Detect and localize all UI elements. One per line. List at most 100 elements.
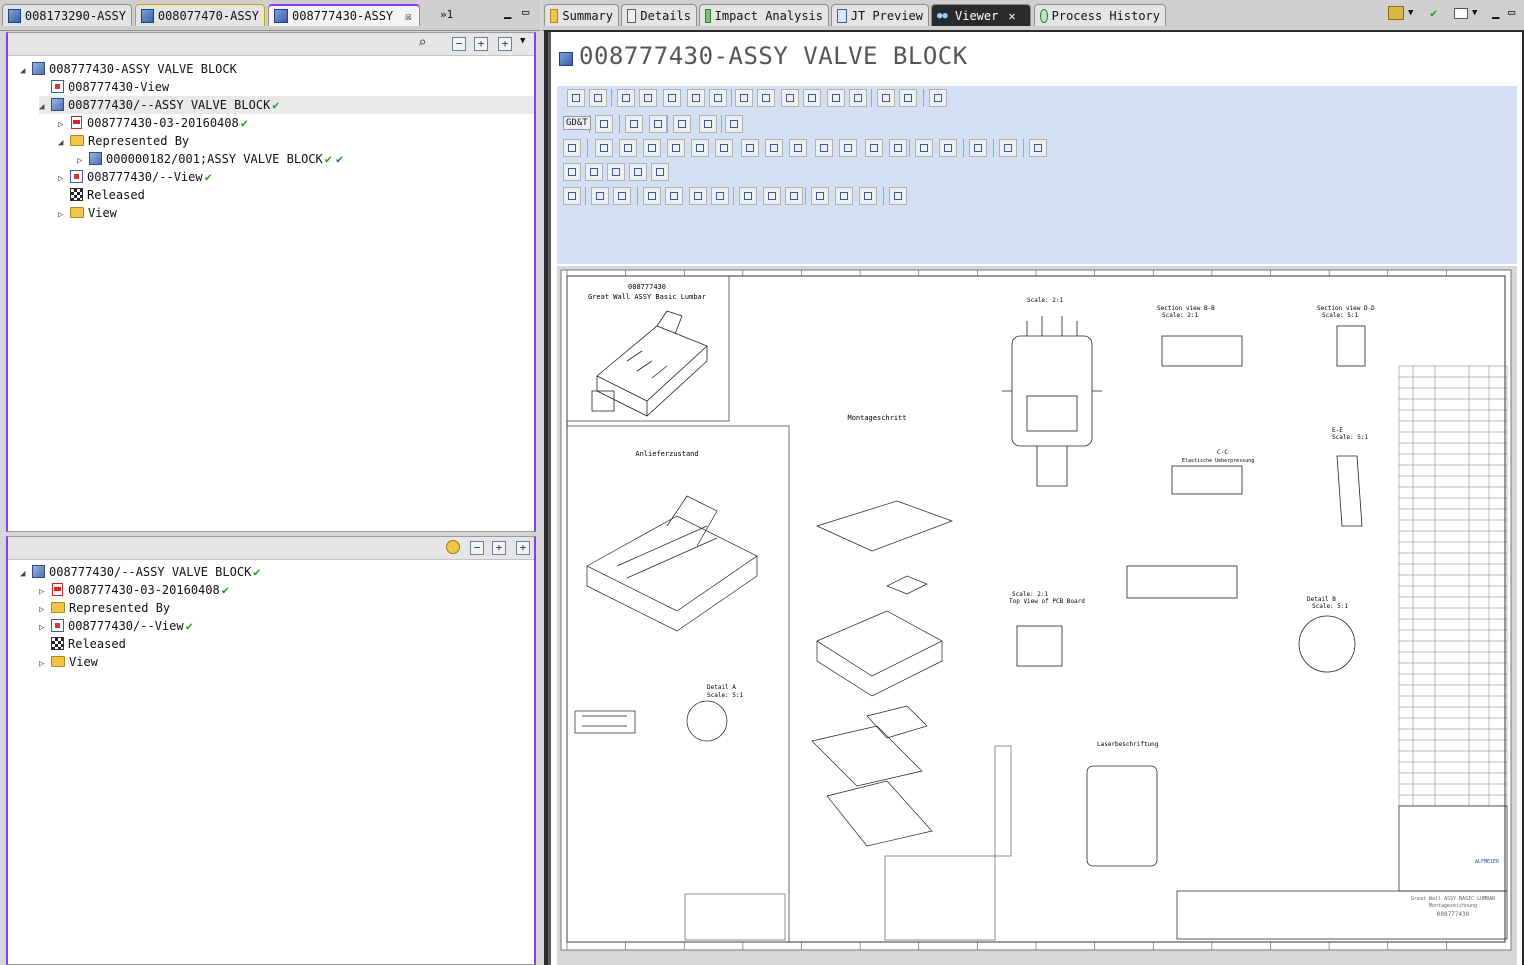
status-check-icon[interactable]: ✔	[1430, 6, 1437, 20]
gdt-button[interactable]: GD&T	[563, 116, 591, 130]
viewer-tool-icon[interactable]	[651, 163, 669, 181]
viewer-tool-icon[interactable]	[969, 139, 987, 157]
viewer-tool-icon[interactable]	[629, 163, 647, 181]
tab-details[interactable]: Details	[621, 4, 697, 26]
tree-row[interactable]: ▷ Represented By	[39, 599, 534, 617]
minimize-icon[interactable]: ▁	[1492, 5, 1499, 19]
tree-row[interactable]: ◢ 008777430/--ASSY VALVE BLOCK ✔	[20, 563, 534, 581]
tree-row[interactable]: ▷ 000000182/001;ASSY VALVE BLOCK ✔ ✔	[77, 150, 534, 168]
viewer-tool-icon[interactable]	[889, 187, 907, 205]
tree-row[interactable]: ▷ 008777430/--View ✔	[39, 617, 534, 635]
tab-viewer[interactable]: ●● Viewer ✕	[931, 4, 1031, 26]
viewer-tool-icon[interactable]	[563, 163, 581, 181]
tree-row[interactable]: ▷ 008777430-03-20160408 ✔	[58, 114, 534, 132]
viewer-tool-icon[interactable]	[563, 139, 581, 157]
window-icon[interactable]	[1454, 8, 1468, 19]
tab-impact-analysis[interactable]: Impact Analysis	[699, 4, 829, 26]
viewer-tool-icon[interactable]	[899, 89, 917, 107]
viewer-tool-icon[interactable]	[915, 139, 933, 157]
tab-assy-3[interactable]: 008777430-ASSY ☒	[268, 4, 420, 26]
tree-row[interactable]: 008777430-View	[39, 78, 534, 96]
viewer-tool-icon[interactable]	[589, 89, 607, 107]
close-icon[interactable]: ✕	[1008, 9, 1015, 23]
close-icon[interactable]: ☒	[405, 10, 412, 23]
tree-row[interactable]: ◢ 008777430-ASSY VALVE BLOCK	[20, 60, 534, 78]
viewer-tool-icon[interactable]	[781, 89, 799, 107]
collapse-all-icon[interactable]: −	[452, 37, 466, 51]
viewer-tool-icon[interactable]	[849, 89, 867, 107]
viewer-tool-icon[interactable]	[643, 187, 661, 205]
viewer-tool-icon[interactable]	[859, 187, 877, 205]
viewer-tool-icon[interactable]	[613, 187, 631, 205]
maximize-icon[interactable]: ▭	[1508, 5, 1515, 19]
expand-all-icon[interactable]: +	[498, 37, 512, 51]
viewer-tool-icon[interactable]	[595, 139, 613, 157]
viewer-tool-icon[interactable]	[827, 89, 845, 107]
refresh-icon[interactable]	[446, 540, 460, 554]
expand-all-icon[interactable]: +	[516, 541, 530, 555]
viewer-tool-icon[interactable]	[639, 89, 657, 107]
tab-overflow[interactable]: »1	[440, 8, 453, 21]
minimize-icon[interactable]: ▁	[504, 5, 511, 19]
viewer-tool-icon[interactable]	[563, 187, 581, 205]
viewer-tool-icon[interactable]	[889, 139, 907, 157]
viewer-tool-icon[interactable]	[673, 115, 691, 133]
expand-icon[interactable]: +	[492, 541, 506, 555]
tree-row[interactable]: ▷ View	[39, 653, 534, 671]
viewer-tool-icon[interactable]	[567, 89, 585, 107]
viewer-tool-icon[interactable]	[763, 187, 781, 205]
viewer-tool-icon[interactable]	[939, 139, 957, 157]
collapse-all-icon[interactable]: −	[470, 541, 484, 555]
expand-icon[interactable]: +	[474, 37, 488, 51]
viewer-tool-icon[interactable]	[711, 187, 729, 205]
viewer-tool-icon[interactable]	[643, 139, 661, 157]
tree-row[interactable]: ▷ 008777430/--View ✔	[58, 168, 534, 186]
viewer-tool-icon[interactable]	[691, 139, 709, 157]
viewer-tool-icon[interactable]	[789, 139, 807, 157]
tree-row[interactable]: Released	[58, 186, 534, 204]
viewer-tool-icon[interactable]	[715, 139, 733, 157]
viewer-tool-icon[interactable]	[649, 115, 667, 133]
viewer-tool-icon[interactable]	[595, 115, 613, 133]
viewer-tool-icon[interactable]	[663, 89, 681, 107]
drawing-canvas[interactable]: 008777430 Great Wall ASSY Basic Lumbar A…	[557, 266, 1517, 965]
viewer-tool-icon[interactable]	[689, 187, 707, 205]
tab-summary[interactable]: Summary	[544, 4, 619, 26]
expanded-twisty-icon[interactable]: ◢	[39, 98, 49, 116]
viewer-tool-icon[interactable]	[699, 115, 717, 133]
chevron-down-icon[interactable]: ▼	[1408, 8, 1413, 18]
viewer-tool-icon[interactable]	[607, 163, 625, 181]
viewer-tool-icon[interactable]	[757, 89, 775, 107]
maximize-icon[interactable]: ▭	[522, 5, 529, 19]
tab-jt-preview[interactable]: JT Preview	[831, 4, 929, 26]
expanded-twisty-icon[interactable]: ◢	[58, 134, 68, 152]
viewer-tool-icon[interactable]	[765, 139, 783, 157]
viewer-tool-icon[interactable]	[835, 187, 853, 205]
viewer-tool-icon[interactable]	[617, 89, 635, 107]
viewer-tool-icon[interactable]	[1029, 139, 1047, 157]
viewer-tool-icon[interactable]	[929, 89, 947, 107]
viewer-tool-icon[interactable]	[877, 89, 895, 107]
viewer-tool-icon[interactable]	[591, 187, 609, 205]
view-menu-icon[interactable]	[1388, 6, 1404, 20]
viewer-tool-icon[interactable]	[739, 187, 757, 205]
viewer-tool-icon[interactable]	[665, 187, 683, 205]
tab-assy-1[interactable]: 008173290-ASSY	[2, 4, 132, 26]
tab-assy-2[interactable]: 008077470-ASSY	[135, 4, 265, 26]
search-icon[interactable]: ⌕	[418, 35, 426, 51]
viewer-tool-icon[interactable]	[803, 89, 821, 107]
viewer-tool-icon[interactable]	[625, 115, 643, 133]
viewer-tool-icon[interactable]	[811, 187, 829, 205]
tree-row[interactable]: ▷ View	[58, 204, 534, 222]
viewer-tool-icon[interactable]	[839, 139, 857, 157]
viewer-tool-icon[interactable]	[815, 139, 833, 157]
viewer-tool-icon[interactable]	[865, 139, 883, 157]
collapsed-twisty-icon[interactable]: ▷	[58, 206, 68, 224]
tree-row[interactable]: Released	[39, 635, 534, 653]
drawing-sheet[interactable]: 008777430 Great Wall ASSY Basic Lumbar A…	[557, 266, 1517, 965]
viewer-tool-icon[interactable]	[667, 139, 685, 157]
viewer-tool-icon[interactable]	[725, 115, 743, 133]
viewer-tool-icon[interactable]	[735, 89, 753, 107]
chevron-down-icon[interactable]: ▼	[1472, 8, 1477, 18]
tree-row[interactable]: ◢ Represented By	[58, 132, 534, 150]
